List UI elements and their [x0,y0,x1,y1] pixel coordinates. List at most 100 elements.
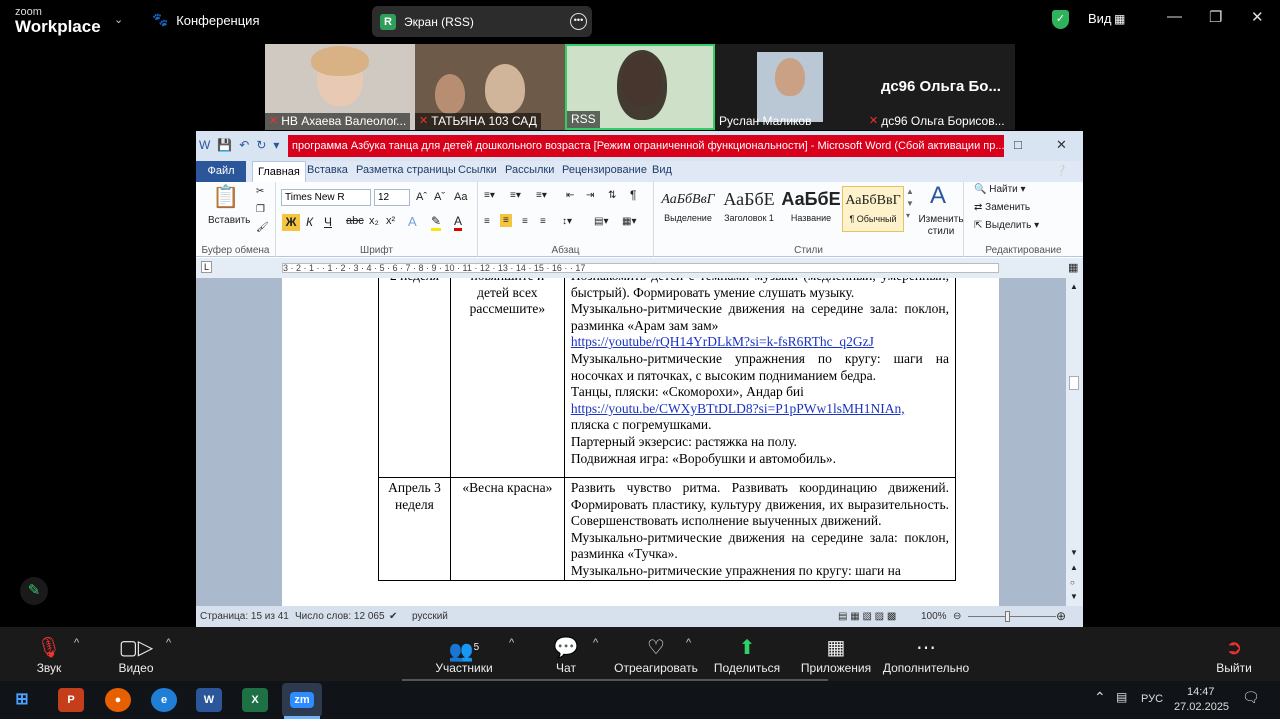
undo-icon[interactable]: ↶ [239,138,249,152]
style-emphasis[interactable]: АаБбВвГ Выделение [657,186,719,232]
customize-icon[interactable]: ▾ [273,138,279,152]
subscript-icon[interactable]: x₂ [369,215,379,227]
content-cell[interactable]: Познакомить детей с темпами музыки (медл… [563,278,957,478]
font-name-select[interactable]: Times New R [281,189,371,206]
highlight-icon[interactable]: ✎ [431,214,442,231]
change-styles-icon[interactable]: A [930,182,946,210]
bullets-icon[interactable]: ≡▾ [484,190,495,201]
screen-share-pill[interactable]: R Экран (RSS) ••• [372,6,592,37]
horizontal-ruler[interactable]: L 3 · 2 · 1 · · 1 · 2 · 3 · 4 · 5 · 6 · … [196,258,1083,278]
tab-file[interactable]: Файл [196,161,246,182]
grow-font-icon[interactable]: Aˆ [416,191,427,203]
share-button[interactable]: ⬆ Поделиться [712,635,782,675]
firefox-icon[interactable]: ● [105,688,131,712]
network-icon[interactable]: ▤ [1116,690,1127,704]
word-count[interactable]: Число слов: 12 065 [295,611,385,622]
tab-review[interactable]: Рецензирование [562,164,647,176]
participants-caret-icon[interactable]: ^ [509,637,514,649]
text-effects-icon[interactable]: A [408,214,417,229]
justify-icon[interactable]: ≡ [540,216,546,227]
style-title[interactable]: АаБбЕ Название [780,186,842,232]
minimize-icon[interactable]: — [1167,8,1182,25]
video-button[interactable]: ▢▷ Видео [114,635,158,675]
change-styles-button[interactable]: Изменить стили [918,214,964,238]
word-close-icon[interactable]: ✕ [1056,137,1067,153]
leave-button[interactable]: ➲ Выйти [1214,635,1254,675]
page-counter[interactable]: Страница: 15 из 41 [200,611,289,622]
encryption-shield-icon[interactable]: ✓ [1052,10,1069,29]
edge-icon[interactable]: e [151,688,177,712]
powerpoint-icon[interactable]: P [58,688,84,712]
theme-cell[interactable]: «Весна красна» [449,477,565,581]
language-indicator[interactable]: русский [412,611,448,622]
copy-icon[interactable]: ❐ [256,204,265,215]
view-grid-icon[interactable]: ▦ [1114,12,1125,26]
zoom-slider-thumb[interactable] [1005,611,1010,622]
line-spacing-icon[interactable]: ↕▾ [562,216,572,227]
clock-date[interactable]: 27.02.2025 [1174,701,1229,713]
youtube-link[interactable]: https://youtube/rQH14YrDLkM?si=k-fsR6RTh… [571,334,949,351]
zoom-in-icon[interactable]: ⊕ [1056,609,1066,623]
increase-indent-icon[interactable]: ⇥ [586,190,594,201]
participants-button[interactable]: 👥5 Участники [432,635,496,675]
help-icon[interactable]: ❔ [1054,164,1068,177]
view-mode-icons[interactable]: ▤ ▦ ▧ ▨ ▩ [838,611,896,622]
clock-time[interactable]: 14:47 [1187,686,1215,698]
tab-view[interactable]: Вид [652,164,672,176]
zoom-taskbar-icon[interactable]: zm [282,683,322,717]
align-center-icon[interactable]: ≡ [500,214,512,227]
scroll-thumb[interactable] [1069,376,1079,390]
replace-button[interactable]: ⇄ Заменить [974,202,1030,213]
vertical-scrollbar[interactable]: ▲ ▼ ▲ ○ ▼ [1066,278,1083,606]
decrease-indent-icon[interactable]: ⇤ [566,190,574,201]
font-size-select[interactable]: 12 [374,189,410,206]
video-options-caret-icon[interactable]: ^ [166,637,171,649]
audio-options-caret-icon[interactable]: ^ [74,637,79,649]
chat-caret-icon[interactable]: ^ [593,637,598,649]
tab-references[interactable]: Ссылки [458,164,497,176]
participant-tile[interactable]: дс96 Ольга Бо... ✕ дс96 Ольга Борисов... [865,44,1015,130]
numbering-icon[interactable]: ≡▾ [510,190,521,201]
superscript-icon[interactable]: x² [386,215,395,227]
shading-icon[interactable]: ▤▾ [594,216,608,227]
participant-tile[interactable]: ✕ ТАТЬЯНА 103 САД [415,44,565,130]
bold-icon[interactable]: Ж [282,214,300,231]
styles-scroll-icon[interactable]: ▲ ▼ ▾ [906,186,914,222]
annotate-pen-icon[interactable]: ✎ [20,577,48,605]
audio-button[interactable]: 🎙 Звук [30,635,68,675]
input-language[interactable]: РУС [1141,693,1163,705]
select-button[interactable]: ⇱ Выделить ▾ [974,220,1039,231]
restore-icon[interactable]: ❐ [1209,8,1222,26]
redo-icon[interactable]: ↻ [256,138,266,152]
strikethrough-icon[interactable]: abc [346,215,364,227]
borders-icon[interactable]: ▦▾ [622,216,636,227]
start-windows-icon[interactable]: ⊞ [9,688,35,712]
browse-object-icon[interactable]: ○ [1070,578,1075,587]
zoom-level[interactable]: 100% [921,611,947,622]
tab-insert[interactable]: Вставка [307,164,348,176]
excel-icon[interactable]: X [242,688,268,712]
sort-icon[interactable]: ⇅ [608,190,616,201]
cut-icon[interactable]: ✂ [256,186,264,197]
notifications-icon[interactable]: 🗨 [1242,689,1260,706]
paste-icon[interactable]: 📋 [212,184,239,210]
find-button[interactable]: 🔍 Найти ▾ [974,184,1026,195]
font-color-icon[interactable]: A [454,214,463,231]
week-cell[interactable]: Апрель 3 неделя [378,477,451,581]
tab-mailings[interactable]: Рассылки [505,164,554,176]
proofing-icon[interactable]: ✔ [389,611,397,622]
tray-overflow-icon[interactable]: ⌃ [1094,689,1106,706]
content-cell[interactable]: Развить чувство ритма. Развивать координ… [563,477,957,581]
underline-icon[interactable]: Ч [324,215,332,229]
participant-tile-active-speaker[interactable]: RSS [565,44,715,130]
style-heading1[interactable]: АаБбЕ Заголовок 1 [718,186,780,232]
ruler-toggle-icon[interactable]: ▦ [1068,261,1078,274]
apps-button[interactable]: ▦ Приложения [800,635,872,675]
paste-button[interactable]: Вставить [208,215,250,226]
week-cell[interactable]: 2 неделя [378,278,451,478]
save-icon[interactable]: 💾 [217,138,232,152]
close-icon[interactable]: ✕ [1251,8,1264,26]
word-restore-icon[interactable]: □ [1014,137,1022,152]
scroll-up-icon[interactable]: ▲ [1070,282,1078,291]
word-taskbar-icon[interactable]: W [196,688,222,712]
